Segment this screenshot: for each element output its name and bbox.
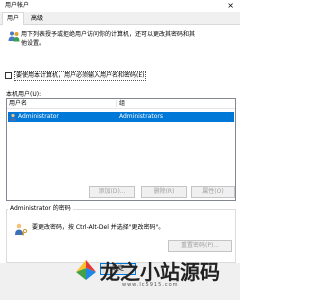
users-list-caption: 本机用户(U): [6,91,42,98]
intro-line-1: 用下列表授予或拒绝用户访问你的计算机，还可以更改其密码和其 [21,31,196,38]
users-icon [8,31,20,42]
column-separator[interactable] [116,100,117,107]
window-title: 用户帐户 [5,2,30,9]
password-group-title: Administrator 的密码 [8,205,73,213]
intro-text: 用下列表授予或拒绝用户访问你的计算机，还可以更改其密码和其 他设置。 [21,30,231,48]
password-hint-text: 要更改密码，按 Ctrl-Alt-Del 并选择"更改密码"。 [32,224,165,231]
tab-bar: 用户 高级 [0,12,240,25]
watermark-logo-icon [76,260,96,280]
tab-users[interactable]: 用户 [2,12,25,25]
table-row[interactable]: Administrator Administrators [8,112,234,122]
reset-password-button[interactable]: 重置密码(P)... [168,240,232,252]
password-groupbox [6,209,236,263]
add-user-button[interactable]: 添加(D)... [89,186,135,198]
watermark-url: www.lc5915.com [122,282,179,288]
require-login-row[interactable]: 要使用本计算机，用户必须输入用户名和密码(E) [5,71,235,81]
user-name-cell: Administrator [18,113,59,120]
column-header-group[interactable]: 组 [119,99,125,108]
user-group-cell: Administrators [119,113,164,120]
require-login-checkbox[interactable] [5,72,12,79]
require-login-label[interactable]: 要使用本计算机，用户必须输入用户名和密码(E) [14,71,147,81]
user-icon [10,113,16,121]
close-icon[interactable]: × [227,0,234,12]
column-header-username[interactable]: 用户名 [9,99,27,108]
tab-advanced[interactable]: 高级 [27,14,47,24]
watermark: 龙之小站源码 www.lc5915.com [74,258,234,294]
properties-button[interactable]: 属性(O) [191,186,235,198]
remove-user-button[interactable]: 删除(R) [141,186,187,198]
watermark-text: 龙之小站源码 [100,260,220,284]
user-key-icon [15,223,28,236]
window-titlebar: 用户帐户 × [0,0,240,12]
intro-line-2: 他设置。 [21,40,46,47]
list-header: 用户名 组 [7,99,235,109]
